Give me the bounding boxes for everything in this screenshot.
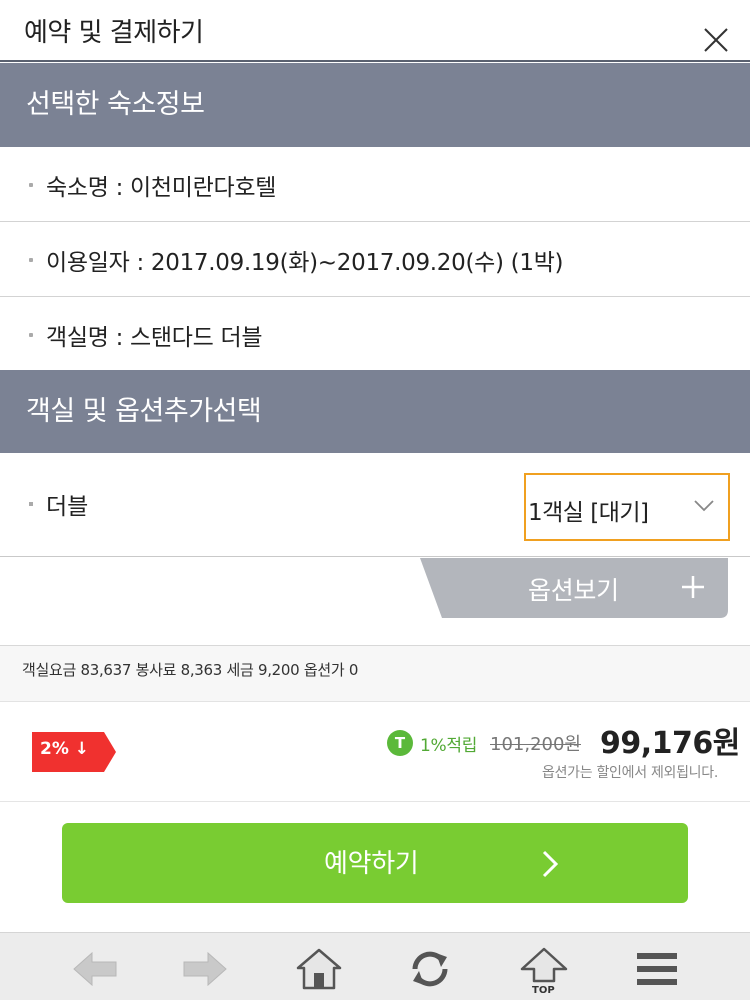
- refresh-icon[interactable]: [405, 947, 455, 991]
- room-count-value: 1객실 [대기]: [528, 500, 649, 526]
- info-row-dates: 이용일자 : 2017.09.19(화)~2017.09.20(수) (1박): [0, 222, 750, 297]
- top-label: TOP: [532, 985, 555, 996]
- page-title: 예약 및 결제하기: [24, 18, 204, 48]
- room-name: 객실명 : 스탠다드 더블: [46, 325, 263, 351]
- view-options-button[interactable]: 옵션보기: [420, 558, 728, 618]
- room-count-select[interactable]: 1객실 [대기]: [524, 473, 730, 541]
- section-room-option: 객실 및 옵션추가선택: [0, 370, 750, 454]
- back-icon[interactable]: [70, 947, 120, 991]
- bottom-nav: TOP: [0, 932, 750, 1000]
- header-bar: 예약 및 결제하기: [0, 0, 750, 62]
- discount-badge: 2% ↓: [32, 732, 116, 772]
- plus-icon: [682, 576, 704, 598]
- home-icon[interactable]: [294, 947, 344, 991]
- forward-icon[interactable]: [180, 947, 230, 991]
- info-row-room: 객실명 : 스탠다드 더블: [0, 297, 750, 372]
- top-icon: [520, 947, 568, 983]
- fee-breakdown: 객실요금 83,637 봉사료 8,363 세금 9,200 옵션가 0: [0, 646, 750, 702]
- menu-icon[interactable]: [632, 947, 682, 991]
- stay-dates: 이용일자 : 2017.09.19(화)~2017.09.20(수) (1박): [46, 250, 564, 276]
- point-rate: 1%적립: [420, 736, 478, 756]
- reserve-button[interactable]: 예약하기: [62, 823, 688, 903]
- hotel-name: 숙소명 : 이천미란다호텔: [46, 175, 277, 201]
- bullet-icon: [29, 502, 33, 506]
- original-price: 101,200원: [490, 734, 581, 755]
- discount-label: 2% ↓: [40, 739, 90, 759]
- top-button[interactable]: TOP: [518, 947, 570, 996]
- price-area: 2% ↓ T 1%적립 101,200원 99,176원 옵션가는 할인에서 제…: [0, 702, 750, 802]
- section-selected-info: 선택한 숙소정보: [0, 63, 750, 147]
- final-price: 99,176원: [600, 726, 740, 761]
- close-icon[interactable]: [702, 26, 730, 54]
- bullet-icon: [29, 333, 33, 337]
- room-select-row: 더블 1객실 [대기]: [0, 453, 750, 557]
- info-row-hotel: 숙소명 : 이천미란다호텔: [0, 147, 750, 222]
- tpoint-icon: T: [387, 730, 413, 756]
- bullet-icon: [29, 183, 33, 187]
- room-type-label: 더블: [46, 494, 89, 520]
- chevron-right-icon: [542, 850, 559, 878]
- bullet-icon: [29, 258, 33, 262]
- fee-breakdown-text: 객실요금 83,637 봉사료 8,363 세금 9,200 옵션가 0: [22, 661, 359, 679]
- option-strip: 옵션보기: [0, 558, 750, 646]
- chevron-down-icon: [694, 500, 714, 512]
- price-note: 옵션가는 할인에서 제외됩니다.: [542, 765, 718, 781]
- view-options-label: 옵션보기: [528, 576, 619, 605]
- reserve-label: 예약하기: [324, 849, 419, 879]
